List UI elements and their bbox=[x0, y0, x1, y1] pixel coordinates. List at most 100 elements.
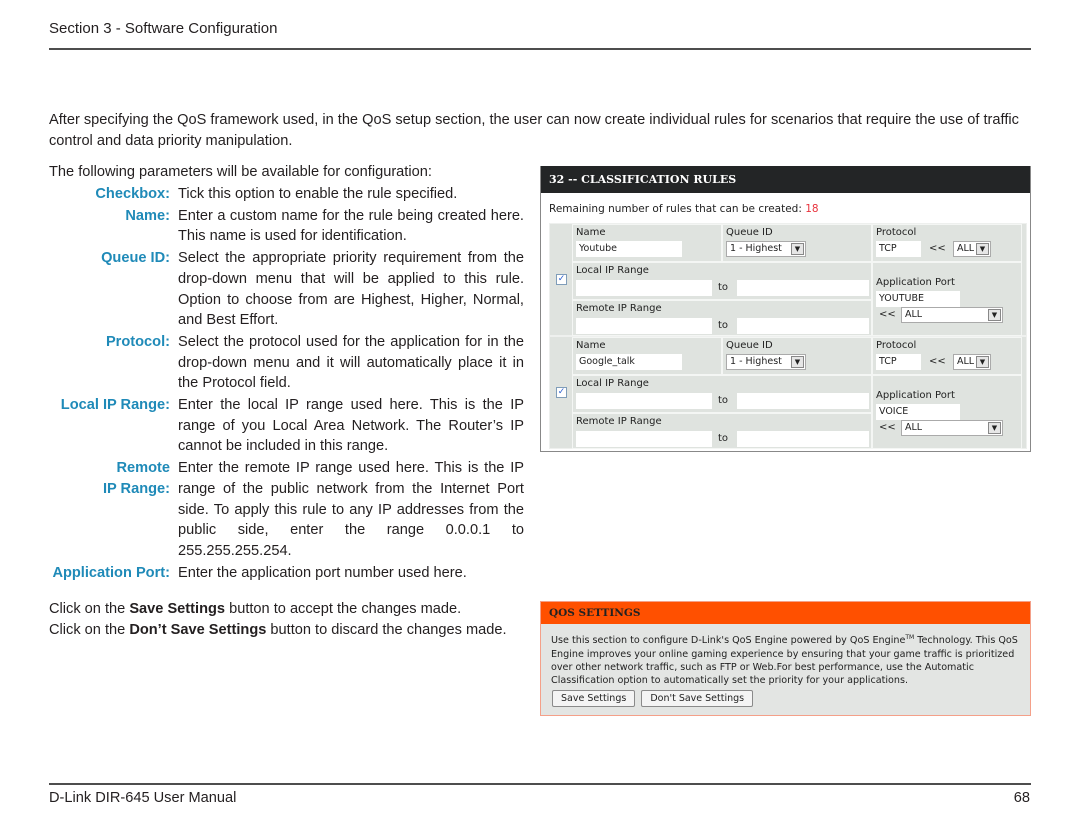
save-note-line-1: Click on the Save Settings button to acc… bbox=[49, 599, 507, 620]
classification-rules-title: 32 -- CLASSIFICATION RULES bbox=[541, 166, 1030, 193]
param-remote-ip-range: Remote IP Range: Enter the remote IP ran… bbox=[40, 458, 524, 562]
rule-checkbox-cell: ✓ bbox=[550, 337, 572, 448]
remote-ip-label: Remote IP Range bbox=[576, 416, 662, 427]
text: Use this section to configure D-Link's Q… bbox=[551, 635, 906, 647]
app-port-select[interactable]: ALL ▼ bbox=[901, 307, 1003, 323]
name-input[interactable]: Youtube bbox=[576, 241, 682, 257]
to-label: to bbox=[718, 320, 729, 331]
qos-description: Use this section to configure D-Link's Q… bbox=[541, 624, 1030, 688]
intro-paragraph: After specifying the QoS framework used,… bbox=[49, 112, 1019, 149]
param-desc: Enter the application port number used h… bbox=[178, 564, 467, 581]
qos-settings-panel: QOS SETTINGS Use this section to configu… bbox=[540, 601, 1031, 716]
protocol-cell: Protocol TCP << ALL ▼ bbox=[872, 337, 1022, 375]
save-instructions: Click on the Save Settings button to acc… bbox=[49, 599, 507, 641]
param-label: Protocol: bbox=[105, 333, 170, 350]
arrow-left-label: << bbox=[929, 243, 946, 254]
to-label: to bbox=[718, 282, 729, 293]
section-header: Section 3 - Software Configuration bbox=[49, 20, 278, 37]
protocol-input[interactable]: TCP bbox=[876, 354, 921, 370]
app-port-input[interactable]: VOICE bbox=[876, 404, 960, 420]
app-port-select-value: ALL bbox=[905, 309, 923, 320]
app-port-cell: Application Port YOUTUBE << ALL ▼ bbox=[872, 262, 1022, 336]
param-label: Local IP Range: bbox=[60, 397, 170, 414]
chevron-down-icon: ▼ bbox=[791, 356, 804, 368]
protocol-select[interactable]: ALL ▼ bbox=[953, 354, 991, 370]
param-protocol: Protocol: Select the protocol used for t… bbox=[40, 332, 524, 394]
remote-ip-to-input[interactable] bbox=[737, 318, 869, 334]
rule-enable-checkbox[interactable]: ✓ bbox=[556, 274, 567, 285]
remote-ip-cell: Remote IP Range to bbox=[572, 300, 872, 336]
rule-enable-checkbox[interactable]: ✓ bbox=[556, 387, 567, 398]
param-desc: Enter the remote IP range used here. Thi… bbox=[178, 460, 524, 559]
app-port-input[interactable]: YOUTUBE bbox=[876, 291, 960, 307]
param-desc: Select the appropriate priority requirem… bbox=[178, 250, 524, 329]
footer-divider bbox=[49, 783, 1031, 785]
trademark: TM bbox=[905, 634, 915, 641]
queue-id-label: Queue ID bbox=[726, 340, 773, 351]
local-ip-from-input[interactable] bbox=[576, 393, 712, 409]
local-ip-to-input[interactable] bbox=[737, 393, 869, 409]
local-ip-label: Local IP Range bbox=[576, 378, 649, 389]
to-label: to bbox=[718, 433, 729, 444]
footer-manual-title: D-Link DIR-645 User Manual bbox=[49, 790, 237, 806]
queue-id-select[interactable]: 1 - Highest ▼ bbox=[726, 241, 806, 257]
app-port-label: Application Port bbox=[876, 277, 955, 288]
parameter-list: Checkbox: Tick this option to enable the… bbox=[40, 184, 524, 584]
param-application-port: Application Port: Enter the application … bbox=[40, 563, 524, 584]
rule-row: ✓ Name Youtube Queue ID 1 - Highest ▼ Pro… bbox=[549, 223, 1027, 336]
app-port-select[interactable]: ALL ▼ bbox=[901, 420, 1003, 436]
classification-rules-panel: 32 -- CLASSIFICATION RULES Remaining num… bbox=[540, 166, 1031, 452]
remote-ip-from-input[interactable] bbox=[576, 431, 712, 447]
remote-ip-cell: Remote IP Range to bbox=[572, 413, 872, 449]
page-number: 68 bbox=[1013, 790, 1030, 806]
parameters-intro: The following parameters will be availab… bbox=[49, 164, 432, 180]
app-port-cell: Application Port VOICE << ALL ▼ bbox=[872, 375, 1022, 449]
remote-ip-label: Remote IP Range bbox=[576, 303, 662, 314]
queue-id-label: Queue ID bbox=[726, 227, 773, 238]
app-port-select-value: ALL bbox=[905, 422, 923, 433]
param-desc: Enter a custom name for the rule being c… bbox=[178, 207, 524, 245]
protocol-input[interactable]: TCP bbox=[876, 241, 921, 257]
text: button to discard the changes made. bbox=[266, 622, 507, 638]
protocol-label: Protocol bbox=[876, 340, 917, 351]
queue-id-select[interactable]: 1 - Highest ▼ bbox=[726, 354, 806, 370]
dont-save-settings-button[interactable]: Don't Save Settings bbox=[641, 690, 754, 707]
local-ip-from-input[interactable] bbox=[576, 280, 712, 296]
param-local-ip-range: Local IP Range: Enter the local IP range… bbox=[40, 395, 524, 457]
local-ip-label: Local IP Range bbox=[576, 265, 649, 276]
param-desc: Enter the local IP range used here. This… bbox=[178, 397, 524, 455]
remaining-rules: Remaining number of rules that can be cr… bbox=[541, 193, 1030, 215]
remote-ip-from-input[interactable] bbox=[576, 318, 712, 334]
remaining-label: Remaining number of rules that can be cr… bbox=[549, 203, 806, 215]
chevron-down-icon: ▼ bbox=[988, 309, 1001, 321]
qos-button-row: Save Settings Don't Save Settings bbox=[552, 690, 754, 707]
text: button to accept the changes made. bbox=[225, 601, 462, 617]
name-label: Name bbox=[576, 340, 606, 351]
param-desc: Tick this option to enable the rule spec… bbox=[178, 186, 458, 202]
local-ip-cell: Local IP Range to bbox=[572, 262, 872, 300]
local-ip-to-input[interactable] bbox=[737, 280, 869, 296]
chevron-down-icon: ▼ bbox=[988, 422, 1001, 434]
save-settings-button[interactable]: Save Settings bbox=[552, 690, 636, 707]
chevron-down-icon: ▼ bbox=[976, 243, 989, 255]
protocol-select[interactable]: ALL ▼ bbox=[953, 241, 991, 257]
param-label: Checkbox: bbox=[95, 186, 170, 202]
name-input[interactable]: Google_talk bbox=[576, 354, 682, 370]
remaining-count: 18 bbox=[805, 203, 819, 215]
protocol-select-value: ALL bbox=[957, 243, 975, 254]
text: Click on the bbox=[49, 601, 130, 617]
chevron-down-icon: ▼ bbox=[976, 356, 989, 368]
protocol-label: Protocol bbox=[876, 227, 917, 238]
remote-ip-to-input[interactable] bbox=[737, 431, 869, 447]
arrow-left-label: << bbox=[879, 309, 896, 320]
rule-checkbox-cell: ✓ bbox=[550, 224, 572, 335]
param-label: Name: bbox=[125, 207, 170, 224]
queue-id-cell: Queue ID 1 - Highest ▼ bbox=[722, 337, 872, 375]
param-name: Name: Enter a custom name for the rule b… bbox=[40, 206, 524, 247]
param-desc: Select the protocol used for the applica… bbox=[178, 333, 524, 392]
param-label: Queue ID: bbox=[101, 250, 170, 267]
to-label: to bbox=[718, 395, 729, 406]
app-port-label: Application Port bbox=[876, 390, 955, 401]
queue-id-cell: Queue ID 1 - Highest ▼ bbox=[722, 224, 872, 262]
qos-settings-title: QOS SETTINGS bbox=[541, 602, 1030, 624]
